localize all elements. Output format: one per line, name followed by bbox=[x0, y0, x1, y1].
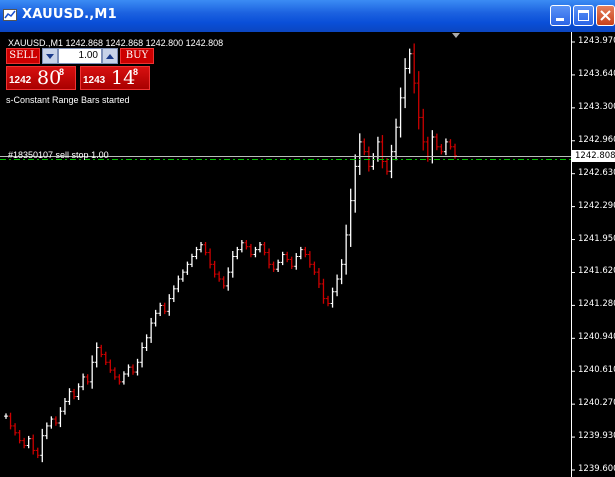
lot-size-input[interactable]: 1.00 bbox=[58, 48, 102, 64]
price-axis-tick: 1241.280 bbox=[578, 299, 615, 310]
title-bar[interactable]: XAUUSD.,M1 bbox=[0, 0, 615, 32]
chevron-down-icon bbox=[46, 54, 54, 59]
one-click-trading-panel: SELL 1.00 BUY 1242 80 8 1243 14 8 bbox=[6, 48, 154, 90]
price-axis-tick: 1242.290 bbox=[578, 200, 615, 211]
chevron-up-icon bbox=[106, 54, 114, 59]
sell-price-prefix: 1242 bbox=[9, 75, 32, 86]
price-axis-tick: 1239.600 bbox=[578, 464, 615, 474]
maximize-icon bbox=[578, 10, 589, 21]
maximize-button[interactable] bbox=[573, 5, 594, 26]
price-axis-tick: 1243.300 bbox=[578, 101, 615, 112]
status-text: s-Constant Range Bars started bbox=[6, 95, 130, 105]
buy-price-sup: 8 bbox=[133, 67, 139, 77]
sell-price-main: 80 bbox=[37, 67, 62, 89]
price-bars bbox=[4, 43, 457, 463]
current-price-tag: 1242.808 bbox=[572, 150, 615, 162]
symbol-header: XAUUSD.,M1 1242.868 1242.868 1242.800 12… bbox=[8, 38, 224, 48]
sell-button[interactable]: SELL bbox=[6, 48, 40, 64]
price-axis-tick: 1241.620 bbox=[578, 266, 615, 277]
price-axis-tick: 1239.930 bbox=[578, 431, 615, 442]
order-label[interactable]: #18350107 sell stop 1.00 bbox=[8, 150, 109, 160]
price-axis-tick: 1241.950 bbox=[578, 233, 615, 244]
price-axis-tick: 1240.940 bbox=[578, 332, 615, 343]
buy-price-main: 14 bbox=[111, 67, 136, 89]
chart-window-icon bbox=[3, 9, 17, 21]
buy-price-button[interactable]: 1243 14 8 bbox=[80, 66, 150, 90]
price-axis-tick: 1242.630 bbox=[578, 167, 615, 178]
price-axis-tick: 1242.960 bbox=[578, 134, 615, 145]
price-axis-tick: 1240.270 bbox=[578, 398, 615, 409]
close-icon bbox=[600, 10, 611, 21]
sell-price-button[interactable]: 1242 80 8 bbox=[6, 66, 76, 90]
buy-button[interactable]: BUY bbox=[120, 48, 154, 64]
window-title: XAUUSD.,M1 bbox=[22, 7, 117, 22]
minimize-button[interactable] bbox=[550, 5, 571, 26]
price-axis-tick: 1243.640 bbox=[578, 68, 615, 79]
lot-increase-button[interactable] bbox=[102, 48, 118, 64]
chart-shift-marker[interactable] bbox=[452, 33, 460, 38]
close-button[interactable] bbox=[596, 5, 615, 26]
chart-window: XAUUSD.,M1 XAUUSD.,M1 1242.868 1242.868 … bbox=[0, 0, 615, 477]
price-axis-tick: 1240.610 bbox=[578, 365, 615, 376]
lot-decrease-button[interactable] bbox=[42, 48, 58, 64]
sell-price-sup: 8 bbox=[59, 67, 65, 77]
minimize-icon bbox=[556, 18, 564, 21]
buy-price-prefix: 1243 bbox=[83, 75, 106, 86]
price-axis-tick: 1243.970 bbox=[578, 36, 615, 46]
